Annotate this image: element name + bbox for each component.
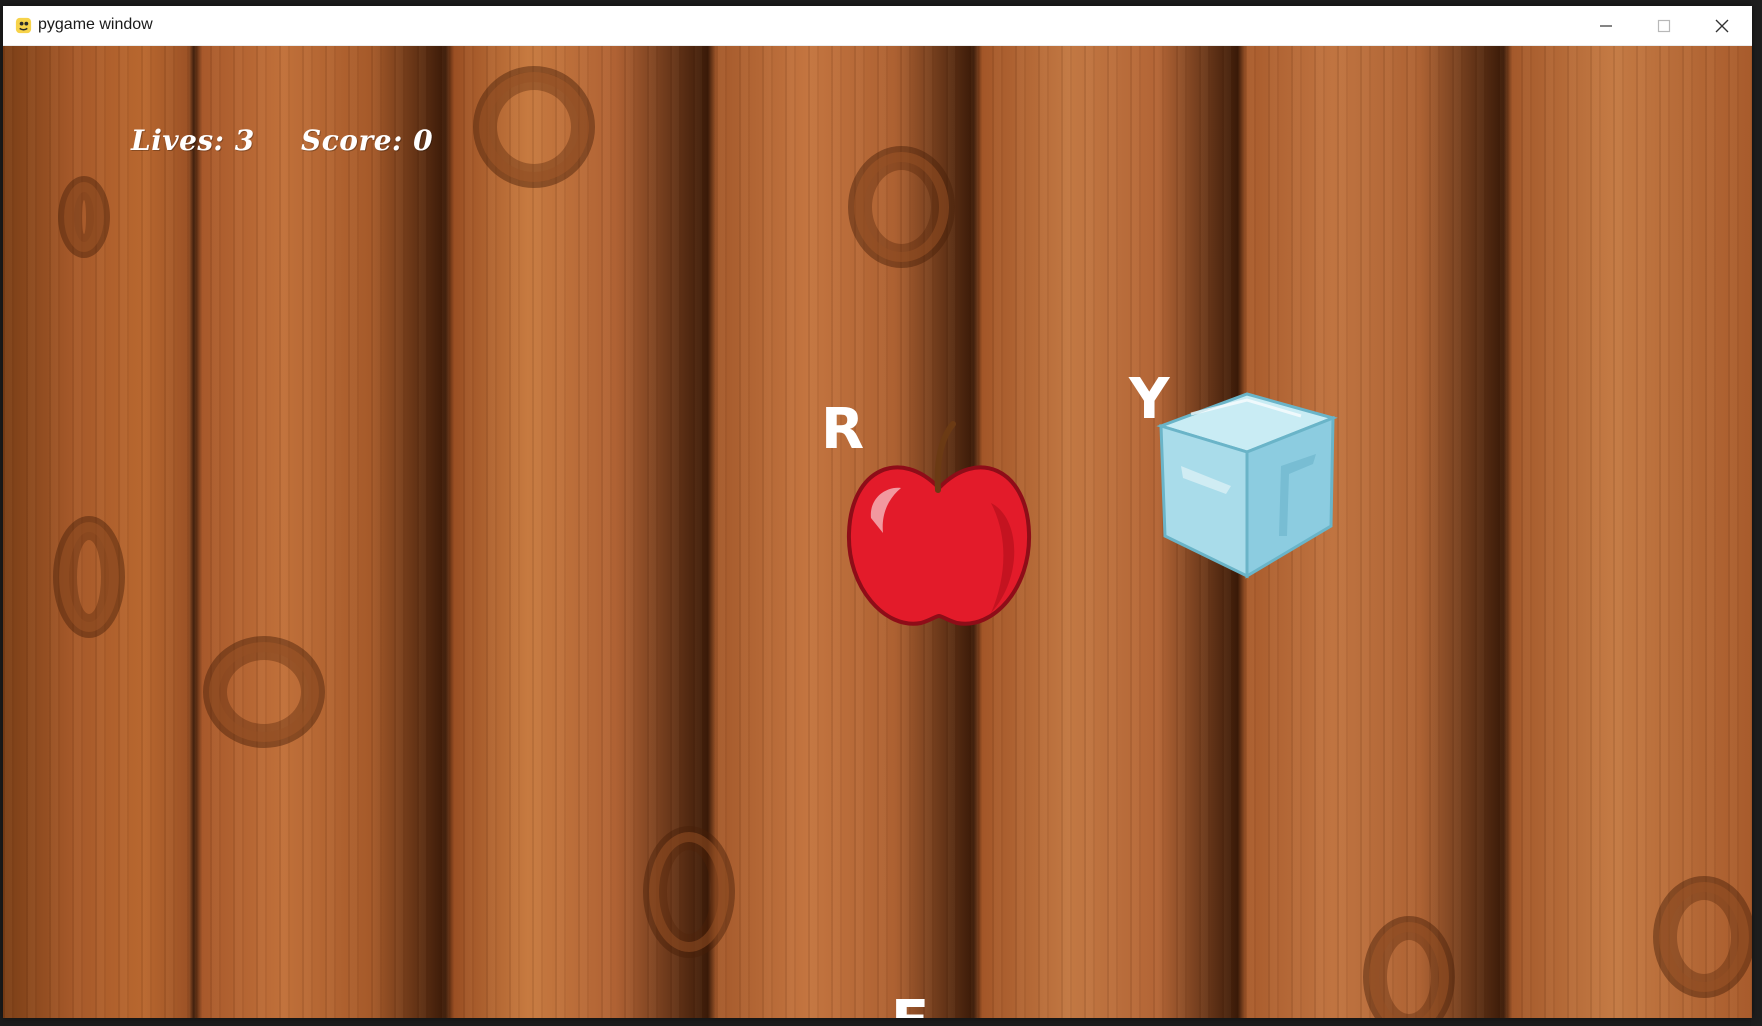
- lives-counter: Lives: 3: [131, 124, 255, 157]
- wood-knot: [53, 516, 125, 638]
- apple-icon: [846, 421, 1032, 626]
- incoming-object-key-label: E: [891, 994, 929, 1019]
- score-counter: Score: 0: [301, 124, 434, 157]
- wood-knot: [58, 176, 110, 258]
- minimize-button[interactable]: [1577, 6, 1635, 45]
- close-icon: [1715, 19, 1729, 32]
- wood-knot: [1653, 876, 1752, 998]
- wood-knot: [848, 146, 955, 268]
- wood-knot: [473, 66, 595, 188]
- close-button[interactable]: [1693, 6, 1751, 45]
- pygame-window: pygame window Lives: 3 Score: 0 R Y: [3, 6, 1752, 1018]
- wood-knot: [203, 636, 325, 748]
- game-canvas[interactable]: Lives: 3 Score: 0 R Y E: [3, 46, 1752, 1018]
- window-title: pygame window: [38, 16, 153, 33]
- maximize-button[interactable]: [1635, 6, 1693, 45]
- minimize-icon: [1600, 24, 1612, 27]
- background-app-strip: [1751, 0, 1762, 1026]
- title-bar[interactable]: pygame window: [3, 6, 1752, 46]
- ice-cube-icon: [1156, 392, 1338, 579]
- maximize-icon: [1657, 19, 1671, 32]
- python-snake-icon: [15, 17, 32, 34]
- wood-knot: [643, 826, 735, 958]
